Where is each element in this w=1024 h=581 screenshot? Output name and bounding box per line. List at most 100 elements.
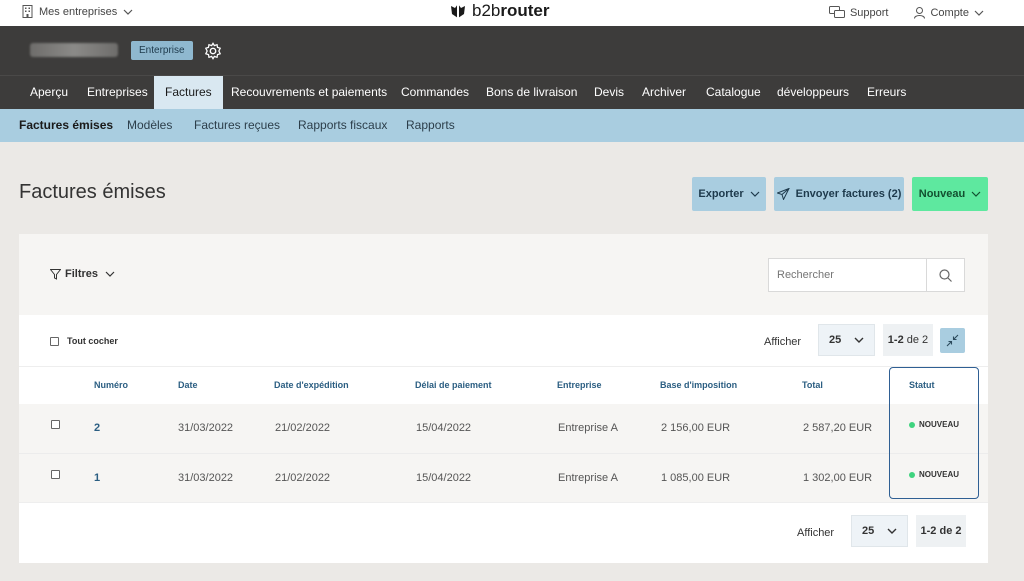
chevron-down-icon — [750, 191, 760, 197]
send-invoices-button[interactable]: Envoyer factures (2) — [774, 177, 904, 211]
table-row[interactable]: 1 31/03/2022 21/02/2022 15/04/2022 Entre… — [19, 453, 988, 502]
cell-tax-base: 1 085,00 EUR — [661, 472, 731, 484]
cell-due-date: 15/04/2022 — [416, 472, 472, 484]
invoice-number-link[interactable]: 1 — [94, 472, 100, 484]
cell-company: Entreprise A — [558, 472, 618, 484]
pager-of: de 2 — [939, 525, 962, 537]
cell-total: 2 587,20 EUR — [803, 422, 873, 434]
pager-range: 1-2 — [920, 525, 937, 537]
tab-archiver[interactable]: Archiver — [642, 76, 686, 110]
pager-range: 1-2 — [887, 334, 904, 346]
tab-apercu[interactable]: Aperçu — [30, 76, 68, 110]
subtab-rapports[interactable]: Rapports — [406, 109, 455, 142]
col-numero[interactable]: Numéro — [94, 380, 128, 390]
tab-commandes[interactable]: Commandes — [401, 76, 469, 110]
per-page-value: 25 — [829, 334, 842, 346]
col-date-expedition[interactable]: Date d'expédition — [274, 380, 349, 390]
pager-of: de 2 — [906, 334, 929, 346]
export-label: Exporter — [698, 188, 744, 200]
table-header: Numéro Date Date d'expédition Délai de p… — [19, 366, 988, 404]
cell-tax-base: 2 156,00 EUR — [661, 422, 731, 434]
per-page-select[interactable]: 25 — [818, 324, 875, 356]
subtab-factures-recues[interactable]: Factures reçues — [194, 109, 280, 142]
subtab-modeles[interactable]: Modèles — [127, 109, 172, 142]
tab-recouvrements[interactable]: Recouvrements et paiements — [231, 76, 387, 110]
export-button[interactable]: Exporter — [692, 177, 766, 211]
col-entreprise[interactable]: Entreprise — [557, 380, 602, 390]
logo-suffix: router — [500, 1, 550, 20]
cell-total: 1 302,00 EUR — [803, 472, 873, 484]
tab-entreprises[interactable]: Entreprises — [87, 76, 148, 110]
support-label: Support — [849, 6, 889, 19]
tab-factures[interactable]: Factures — [154, 76, 223, 110]
page-title: Factures émises — [19, 181, 166, 203]
tab-devis[interactable]: Devis — [594, 76, 624, 110]
chevron-down-icon — [123, 9, 133, 15]
cell-ship-date: 21/02/2022 — [275, 422, 331, 434]
show-label: Afficher — [764, 336, 802, 348]
row-checkbox[interactable] — [51, 470, 60, 479]
filters-label: Filtres — [65, 268, 99, 280]
subtab-factures-emises[interactable]: Factures émises — [19, 109, 113, 142]
search-icon — [939, 268, 952, 282]
table-row[interactable]: 2 31/03/2022 21/02/2022 15/04/2022 Entre… — [19, 404, 988, 453]
row-checkbox[interactable] — [51, 420, 60, 429]
top-bar: Mes entreprises b2brouter Support Compte — [0, 0, 1024, 26]
col-date[interactable]: Date — [178, 380, 198, 390]
chevron-down-icon — [105, 271, 115, 277]
subtab-rapports-fiscaux[interactable]: Rapports fiscaux — [298, 109, 387, 142]
pagination-info-bottom: 1-2 de 2 — [916, 515, 966, 547]
search-input[interactable] — [769, 259, 926, 291]
companies-label: Mes entreprises — [39, 5, 118, 18]
main-nav: Aperçu Entreprises Factures Recouvrement… — [0, 75, 1024, 110]
check-all[interactable]: Tout cocher — [50, 336, 118, 346]
chevron-down-icon — [971, 191, 981, 197]
cell-date: 31/03/2022 — [178, 422, 234, 434]
tab-developpeurs[interactable]: développeurs — [777, 76, 849, 110]
logo-icon — [451, 2, 465, 20]
cell-due-date: 15/04/2022 — [416, 422, 472, 434]
user-icon — [914, 6, 926, 19]
cell-date: 31/03/2022 — [178, 472, 234, 484]
building-icon — [22, 5, 33, 18]
tab-bons-de-livraison[interactable]: Bons de livraison — [486, 76, 577, 110]
filters-toggle[interactable]: Filtres — [50, 268, 115, 280]
invoice-number-link[interactable]: 2 — [94, 422, 100, 434]
logo-prefix: b2b — [472, 1, 501, 20]
chat-icon — [828, 6, 845, 18]
status-label: NOUVEAU — [919, 420, 960, 429]
filter-bar: Filtres — [19, 234, 988, 315]
status-badge: NOUVEAU — [909, 470, 959, 479]
col-total[interactable]: Total — [802, 380, 823, 390]
status-badge: NOUVEAU — [909, 420, 959, 429]
check-all-checkbox[interactable] — [50, 336, 59, 346]
company-bar: Enterprise — [0, 26, 1024, 75]
search-button[interactable] — [926, 259, 964, 291]
new-button[interactable]: Nouveau — [912, 177, 988, 211]
col-delai-paiement[interactable]: Délai de paiement — [415, 380, 492, 390]
companies-menu[interactable]: Mes entreprises — [22, 5, 133, 18]
pagination-info: 1-2 de 2 — [883, 324, 933, 356]
col-statut[interactable]: Statut — [909, 380, 935, 390]
compress-arrows-icon — [946, 334, 959, 347]
cell-company: Entreprise A — [558, 422, 618, 434]
account-menu[interactable]: Compte — [914, 6, 984, 19]
invoices-card: Filtres Tout cocher Afficher 25 1-2 de 2… — [19, 234, 988, 563]
send-invoices-label: Envoyer factures (2) — [795, 188, 902, 200]
status-label: NOUVEAU — [919, 470, 960, 479]
sub-nav: Factures émises Modèles Factures reçues … — [0, 109, 1024, 142]
filter-icon — [50, 268, 61, 280]
b2brouter-logo[interactable]: b2brouter — [448, 1, 550, 21]
chevron-down-icon — [854, 337, 864, 343]
plan-badge: Enterprise — [131, 41, 193, 60]
tab-erreurs[interactable]: Erreurs — [867, 76, 906, 110]
tab-catalogue[interactable]: Catalogue — [706, 76, 761, 110]
chevron-down-icon — [887, 528, 897, 534]
support-link[interactable]: Support — [828, 6, 889, 19]
collapse-view-button[interactable] — [940, 328, 965, 353]
status-dot-icon — [909, 421, 915, 428]
col-base-imposition[interactable]: Base d'imposition — [660, 380, 737, 390]
per-page-select-bottom[interactable]: 25 — [851, 515, 908, 547]
gear-icon[interactable] — [204, 42, 222, 60]
per-page-value: 25 — [862, 525, 875, 537]
